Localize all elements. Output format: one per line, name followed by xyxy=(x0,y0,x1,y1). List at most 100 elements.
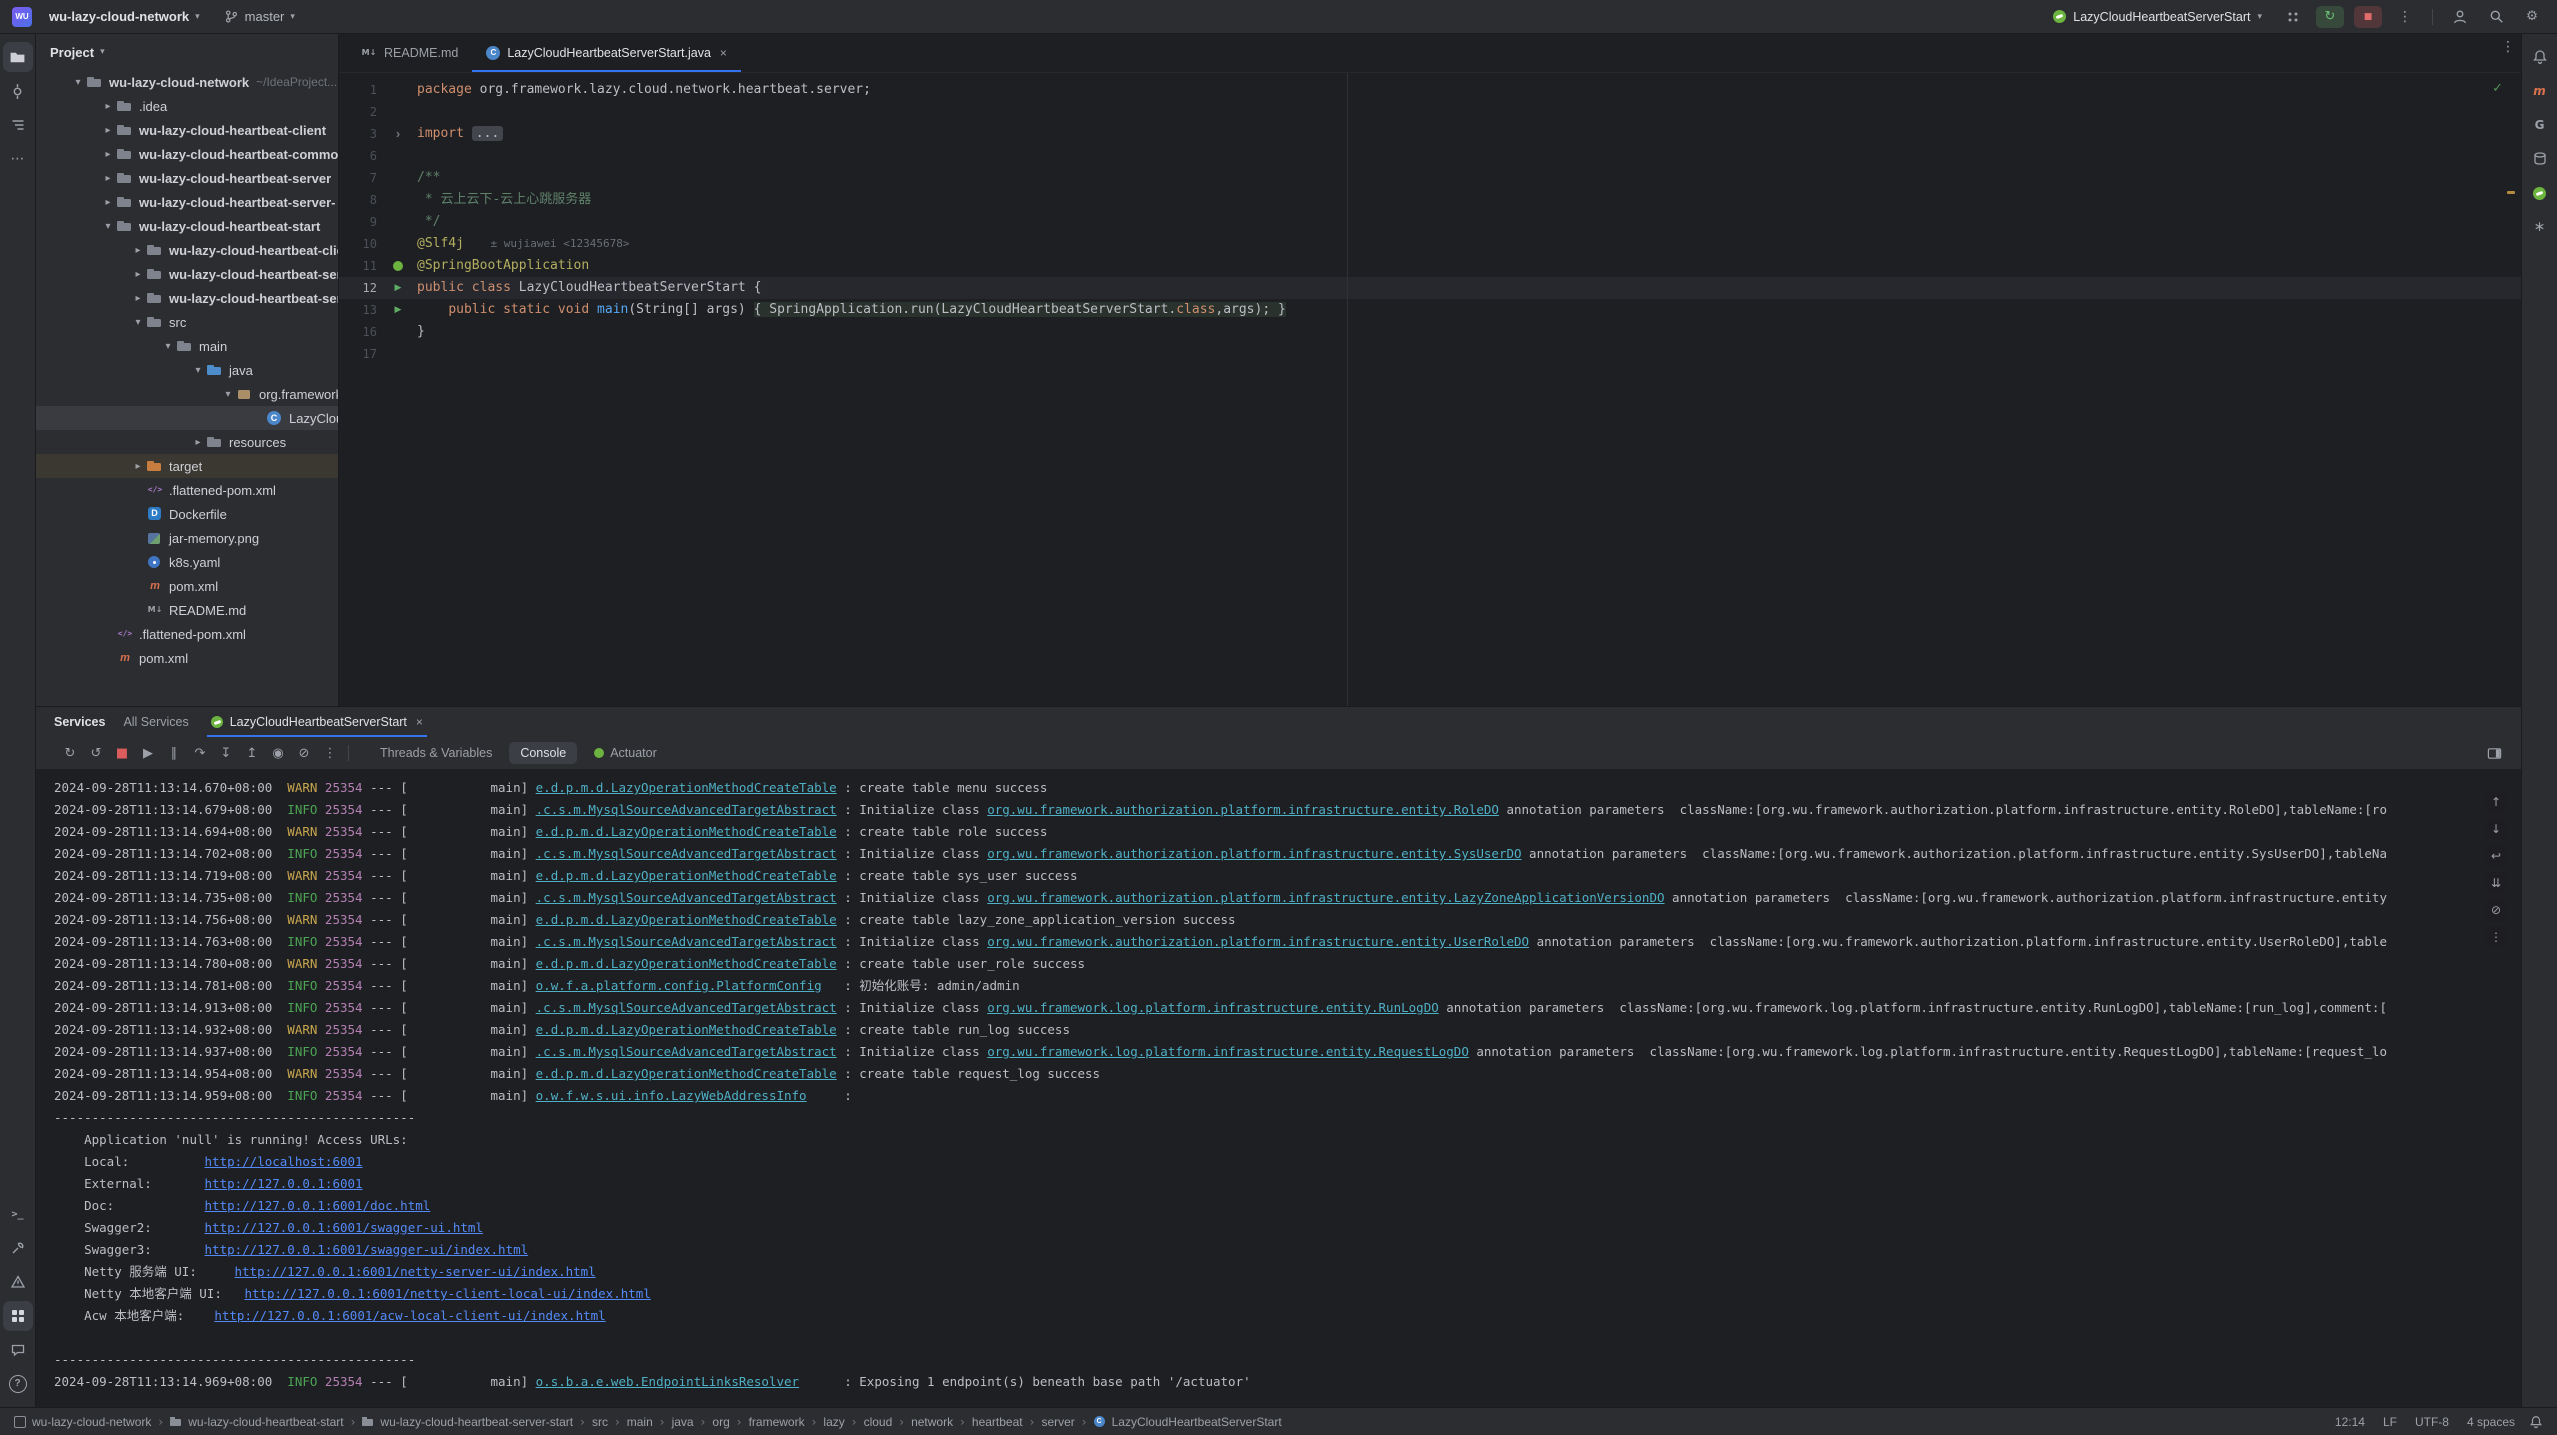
project-panel-header[interactable]: Project xyxy=(36,34,338,70)
logger-link[interactable]: e.d.p.m.d.LazyOperationMethodCreateTable xyxy=(536,824,837,839)
tree-item[interactable]: pom.xml xyxy=(36,646,338,670)
class-link[interactable]: org.wu.framework.authorization.platform.… xyxy=(987,934,1529,949)
status-widget[interactable]: UTF-8 xyxy=(2415,1415,2449,1429)
breadcrumb-item[interactable]: heartbeat xyxy=(972,1415,1042,1429)
logger-link[interactable]: .c.s.m.MysqlSourceAdvancedTargetAbstract xyxy=(536,1044,837,1059)
tree-item[interactable]: main xyxy=(36,334,338,358)
step-out-button[interactable]: ↥ xyxy=(240,741,264,765)
tree-item[interactable]: .idea xyxy=(36,94,338,118)
debugger-view-tab[interactable]: Console xyxy=(509,742,577,764)
class-link[interactable]: org.wu.framework.authorization.platform.… xyxy=(987,890,1664,905)
scroll-down-button[interactable]: ↓ xyxy=(2485,818,2507,840)
services-tool-icon[interactable] xyxy=(3,1301,33,1331)
breadcrumb-item[interactable]: framework xyxy=(749,1415,824,1429)
tree-chevron-icon[interactable] xyxy=(130,461,146,472)
tree-chevron-icon[interactable] xyxy=(220,389,236,400)
tree-item[interactable]: java xyxy=(36,358,338,382)
rerun-button[interactable] xyxy=(2316,6,2344,28)
tree-chevron-icon[interactable] xyxy=(100,173,116,184)
status-widget[interactable]: 12:14 xyxy=(2335,1415,2365,1429)
tree-item[interactable]: .flattened-pom.xml xyxy=(36,622,338,646)
rerun-button[interactable]: ↻ xyxy=(58,741,82,765)
close-tab-icon[interactable] xyxy=(720,46,727,60)
notifications-bell-icon[interactable] xyxy=(2525,42,2555,72)
console-url-link[interactable]: http://127.0.0.1:6001/doc.html xyxy=(205,1198,431,1213)
breadcrumb-item[interactable]: org xyxy=(712,1415,748,1429)
tree-chevron-icon[interactable] xyxy=(100,221,116,232)
code-line[interactable]: 9 */ xyxy=(339,211,2521,233)
line-number[interactable]: 2 xyxy=(339,105,383,119)
tree-item[interactable]: wu-lazy-cloud-heartbeat-server- xyxy=(36,190,338,214)
code-line[interactable]: 16 } xyxy=(339,321,2521,343)
breadcrumb-item[interactable]: wu-lazy-cloud-network xyxy=(14,1415,170,1429)
logger-link[interactable]: .c.s.m.MysqlSourceAdvancedTargetAbstract xyxy=(536,934,837,949)
logger-link[interactable]: e.d.p.m.d.LazyOperationMethodCreateTable xyxy=(536,1022,837,1037)
services-title[interactable]: Services xyxy=(54,715,105,729)
console-url-link[interactable]: http://127.0.0.1:6001 xyxy=(205,1176,363,1191)
settings-gear-icon[interactable]: ⚙ xyxy=(2519,4,2545,30)
tree-chevron-icon[interactable] xyxy=(100,101,116,112)
line-number[interactable]: 1 xyxy=(339,83,383,97)
breadcrumb-item[interactable]: src xyxy=(592,1415,627,1429)
help-icon[interactable]: ? xyxy=(3,1369,33,1399)
step-over-button[interactable]: ↷ xyxy=(188,741,212,765)
code-line[interactable]: 1 package org.framework.lazy.cloud.netwo… xyxy=(339,79,2521,101)
more-tool-windows-icon[interactable]: ⋯ xyxy=(3,144,33,174)
tab-run-session[interactable]: LazyCloudHeartbeatServerStart xyxy=(207,707,427,737)
gutter-icon[interactable] xyxy=(383,299,413,321)
console-more-button[interactable]: ⋮ xyxy=(2485,926,2507,948)
tree-item[interactable]: target xyxy=(36,454,338,478)
logger-link[interactable]: .c.s.m.MysqlSourceAdvancedTargetAbstract xyxy=(536,802,837,817)
update-application-button[interactable]: ↺ xyxy=(84,741,108,765)
breadcrumb-item[interactable]: lazy xyxy=(823,1415,863,1429)
commit-tool-icon[interactable] xyxy=(3,76,33,106)
soft-wrap-button[interactable]: ↩ xyxy=(2485,845,2507,867)
maven-tool-icon[interactable]: m xyxy=(2525,76,2555,106)
tree-chevron-icon[interactable] xyxy=(130,269,146,280)
gutter-icon[interactable] xyxy=(383,261,413,271)
line-number[interactable]: 11 xyxy=(339,259,383,273)
stop-button[interactable]: ■ xyxy=(110,741,134,765)
tree-item[interactable]: wu-lazy-cloud-heartbeat-server xyxy=(36,166,338,190)
notifications-tool-icon[interactable] xyxy=(3,1335,33,1365)
code-line[interactable]: 11 @SpringBootApplication xyxy=(339,255,2521,277)
tree-item[interactable]: LazyCloudHeartb xyxy=(36,406,338,430)
stop-button[interactable] xyxy=(2354,6,2382,28)
gradle-tool-icon[interactable]: G xyxy=(2525,110,2555,140)
project-tool-icon[interactable] xyxy=(3,42,33,72)
breadcrumb-item[interactable]: main xyxy=(627,1415,672,1429)
status-widget[interactable]: 4 spaces xyxy=(2467,1415,2515,1429)
console-url-link[interactable]: http://127.0.0.1:6001/swagger-ui/index.h… xyxy=(205,1242,529,1257)
logger-link[interactable]: o.w.f.a.platform.config.PlatformConfig xyxy=(536,978,822,993)
terminal-tool-icon[interactable]: >_ xyxy=(3,1199,33,1229)
code-line[interactable]: 10 @Slf4j ± wujiawei <12345678> xyxy=(339,233,2521,255)
tree-chevron-icon[interactable] xyxy=(160,341,176,352)
tree-chevron-icon[interactable] xyxy=(100,197,116,208)
tree-item[interactable]: .flattened-pom.xml xyxy=(36,478,338,502)
step-into-button[interactable]: ↧ xyxy=(214,741,238,765)
tree-item[interactable]: org.framework.lazy.c xyxy=(36,382,338,406)
tree-item[interactable]: wu-lazy-cloud-network ~/IdeaProject... xyxy=(36,70,338,94)
tree-item[interactable]: resources xyxy=(36,430,338,454)
structure-tool-icon[interactable] xyxy=(3,110,33,140)
tree-item[interactable]: wu-lazy-cloud-heartbeat-client xyxy=(36,118,338,142)
code-line[interactable]: 17 xyxy=(339,343,2521,365)
view-breakpoints-button[interactable]: ◉ xyxy=(266,741,290,765)
project-logo[interactable]: WU xyxy=(12,7,32,27)
breadcrumb-item[interactable]: network xyxy=(911,1415,972,1429)
status-bell-icon[interactable] xyxy=(2529,1415,2543,1429)
code-line[interactable]: 6 xyxy=(339,145,2521,167)
project-selector[interactable]: wu-lazy-cloud-network xyxy=(42,6,207,27)
ai-assistant-icon[interactable]: ∗ xyxy=(2525,212,2555,242)
code-line[interactable]: 3 import ... xyxy=(339,123,2521,145)
code-line[interactable]: 8 * 云上云下-云上心跳服务器 xyxy=(339,189,2521,211)
logger-link[interactable]: e.d.p.m.d.LazyOperationMethodCreateTable xyxy=(536,780,837,795)
tree-item[interactable]: README.md xyxy=(36,598,338,622)
clear-all-button[interactable]: ⊘ xyxy=(2485,899,2507,921)
tree-item[interactable]: src xyxy=(36,310,338,334)
tab-options-icon[interactable] xyxy=(2495,34,2521,60)
tree-chevron-icon[interactable] xyxy=(130,317,146,328)
debugger-view-tab[interactable]: Actuator xyxy=(583,742,668,764)
tree-item[interactable]: wu-lazy-cloud-heartbeat-serv xyxy=(36,286,338,310)
breadcrumb-item[interactable]: wu-lazy-cloud-heartbeat-server-start xyxy=(362,1415,592,1429)
